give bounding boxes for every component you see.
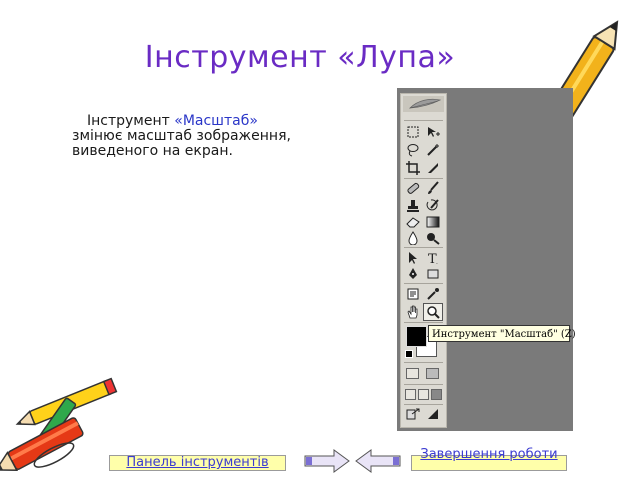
arrow-right-icon[interactable]	[304, 449, 350, 473]
finish-work-label: Завершення роботи	[420, 447, 558, 462]
zoom-tool-tooltip: Инструмент "Масштаб" (Z)	[428, 325, 576, 342]
toolbox-separator	[404, 120, 443, 121]
move-icon[interactable]	[424, 124, 442, 140]
standard-mode-icon[interactable]	[406, 368, 419, 379]
healing-brush-icon[interactable]	[404, 180, 422, 196]
toolbox-separator	[404, 283, 443, 284]
magic-wand-icon[interactable]	[424, 142, 442, 158]
zoom-icon[interactable]	[423, 303, 443, 321]
shape-icon[interactable]	[424, 266, 442, 282]
toolbox-separator	[404, 178, 443, 179]
arrow-left-icon[interactable]	[355, 449, 401, 473]
toolbox-separator	[404, 322, 443, 323]
gradient-icon[interactable]	[424, 214, 442, 230]
toolbox-separator	[404, 384, 443, 385]
toolbox-separator	[404, 362, 443, 363]
path-selection-icon[interactable]	[404, 250, 422, 266]
toolbar-nav-button[interactable]: Панель інструментів	[109, 455, 286, 471]
toolbox-separator	[404, 404, 443, 405]
crop-icon[interactable]	[404, 160, 422, 176]
finish-work-button[interactable]: Завершення роботи	[411, 448, 567, 471]
screen-mode-standard-icon[interactable]	[405, 389, 416, 400]
text-icon[interactable]: T.	[424, 250, 442, 266]
slice-icon[interactable]	[424, 160, 442, 176]
blur-icon[interactable]	[404, 230, 422, 246]
marquee-icon[interactable]	[404, 124, 422, 140]
page-title: Інструмент «Лупа»	[144, 40, 456, 75]
screen-mode-full-icon[interactable]	[431, 389, 442, 400]
svg-text:.: .	[436, 259, 438, 265]
eraser-icon[interactable]	[404, 214, 422, 230]
hand-icon[interactable]	[404, 304, 422, 320]
description-text: Інструмент «Масштаб» змінює масштаб зобр…	[72, 114, 302, 159]
quick-mask-icon[interactable]	[426, 368, 439, 379]
pen-icon[interactable]	[404, 266, 422, 282]
jump-to-imageready-icon[interactable]	[404, 406, 422, 422]
clone-stamp-icon[interactable]	[404, 198, 422, 214]
default-colors-icon[interactable]	[405, 350, 413, 358]
imageready-icon[interactable]	[424, 406, 442, 422]
toolbox-separator	[404, 247, 443, 248]
description-part2: змінює масштаб зображення, виведеного на…	[72, 128, 291, 159]
notes-icon[interactable]	[404, 286, 422, 302]
history-brush-icon[interactable]	[424, 198, 442, 214]
feather-logo-icon	[408, 98, 442, 109]
screen-mode-full-menu-icon[interactable]	[418, 389, 429, 400]
description-highlight: «Масштаб»	[174, 113, 258, 129]
lasso-icon[interactable]	[404, 142, 422, 158]
eyedropper-icon[interactable]	[424, 286, 442, 302]
dodge-icon[interactable]	[424, 230, 442, 246]
description-part1: Інструмент	[87, 113, 175, 129]
foreground-color-swatch[interactable]	[406, 326, 427, 347]
brush-icon[interactable]	[424, 180, 442, 196]
